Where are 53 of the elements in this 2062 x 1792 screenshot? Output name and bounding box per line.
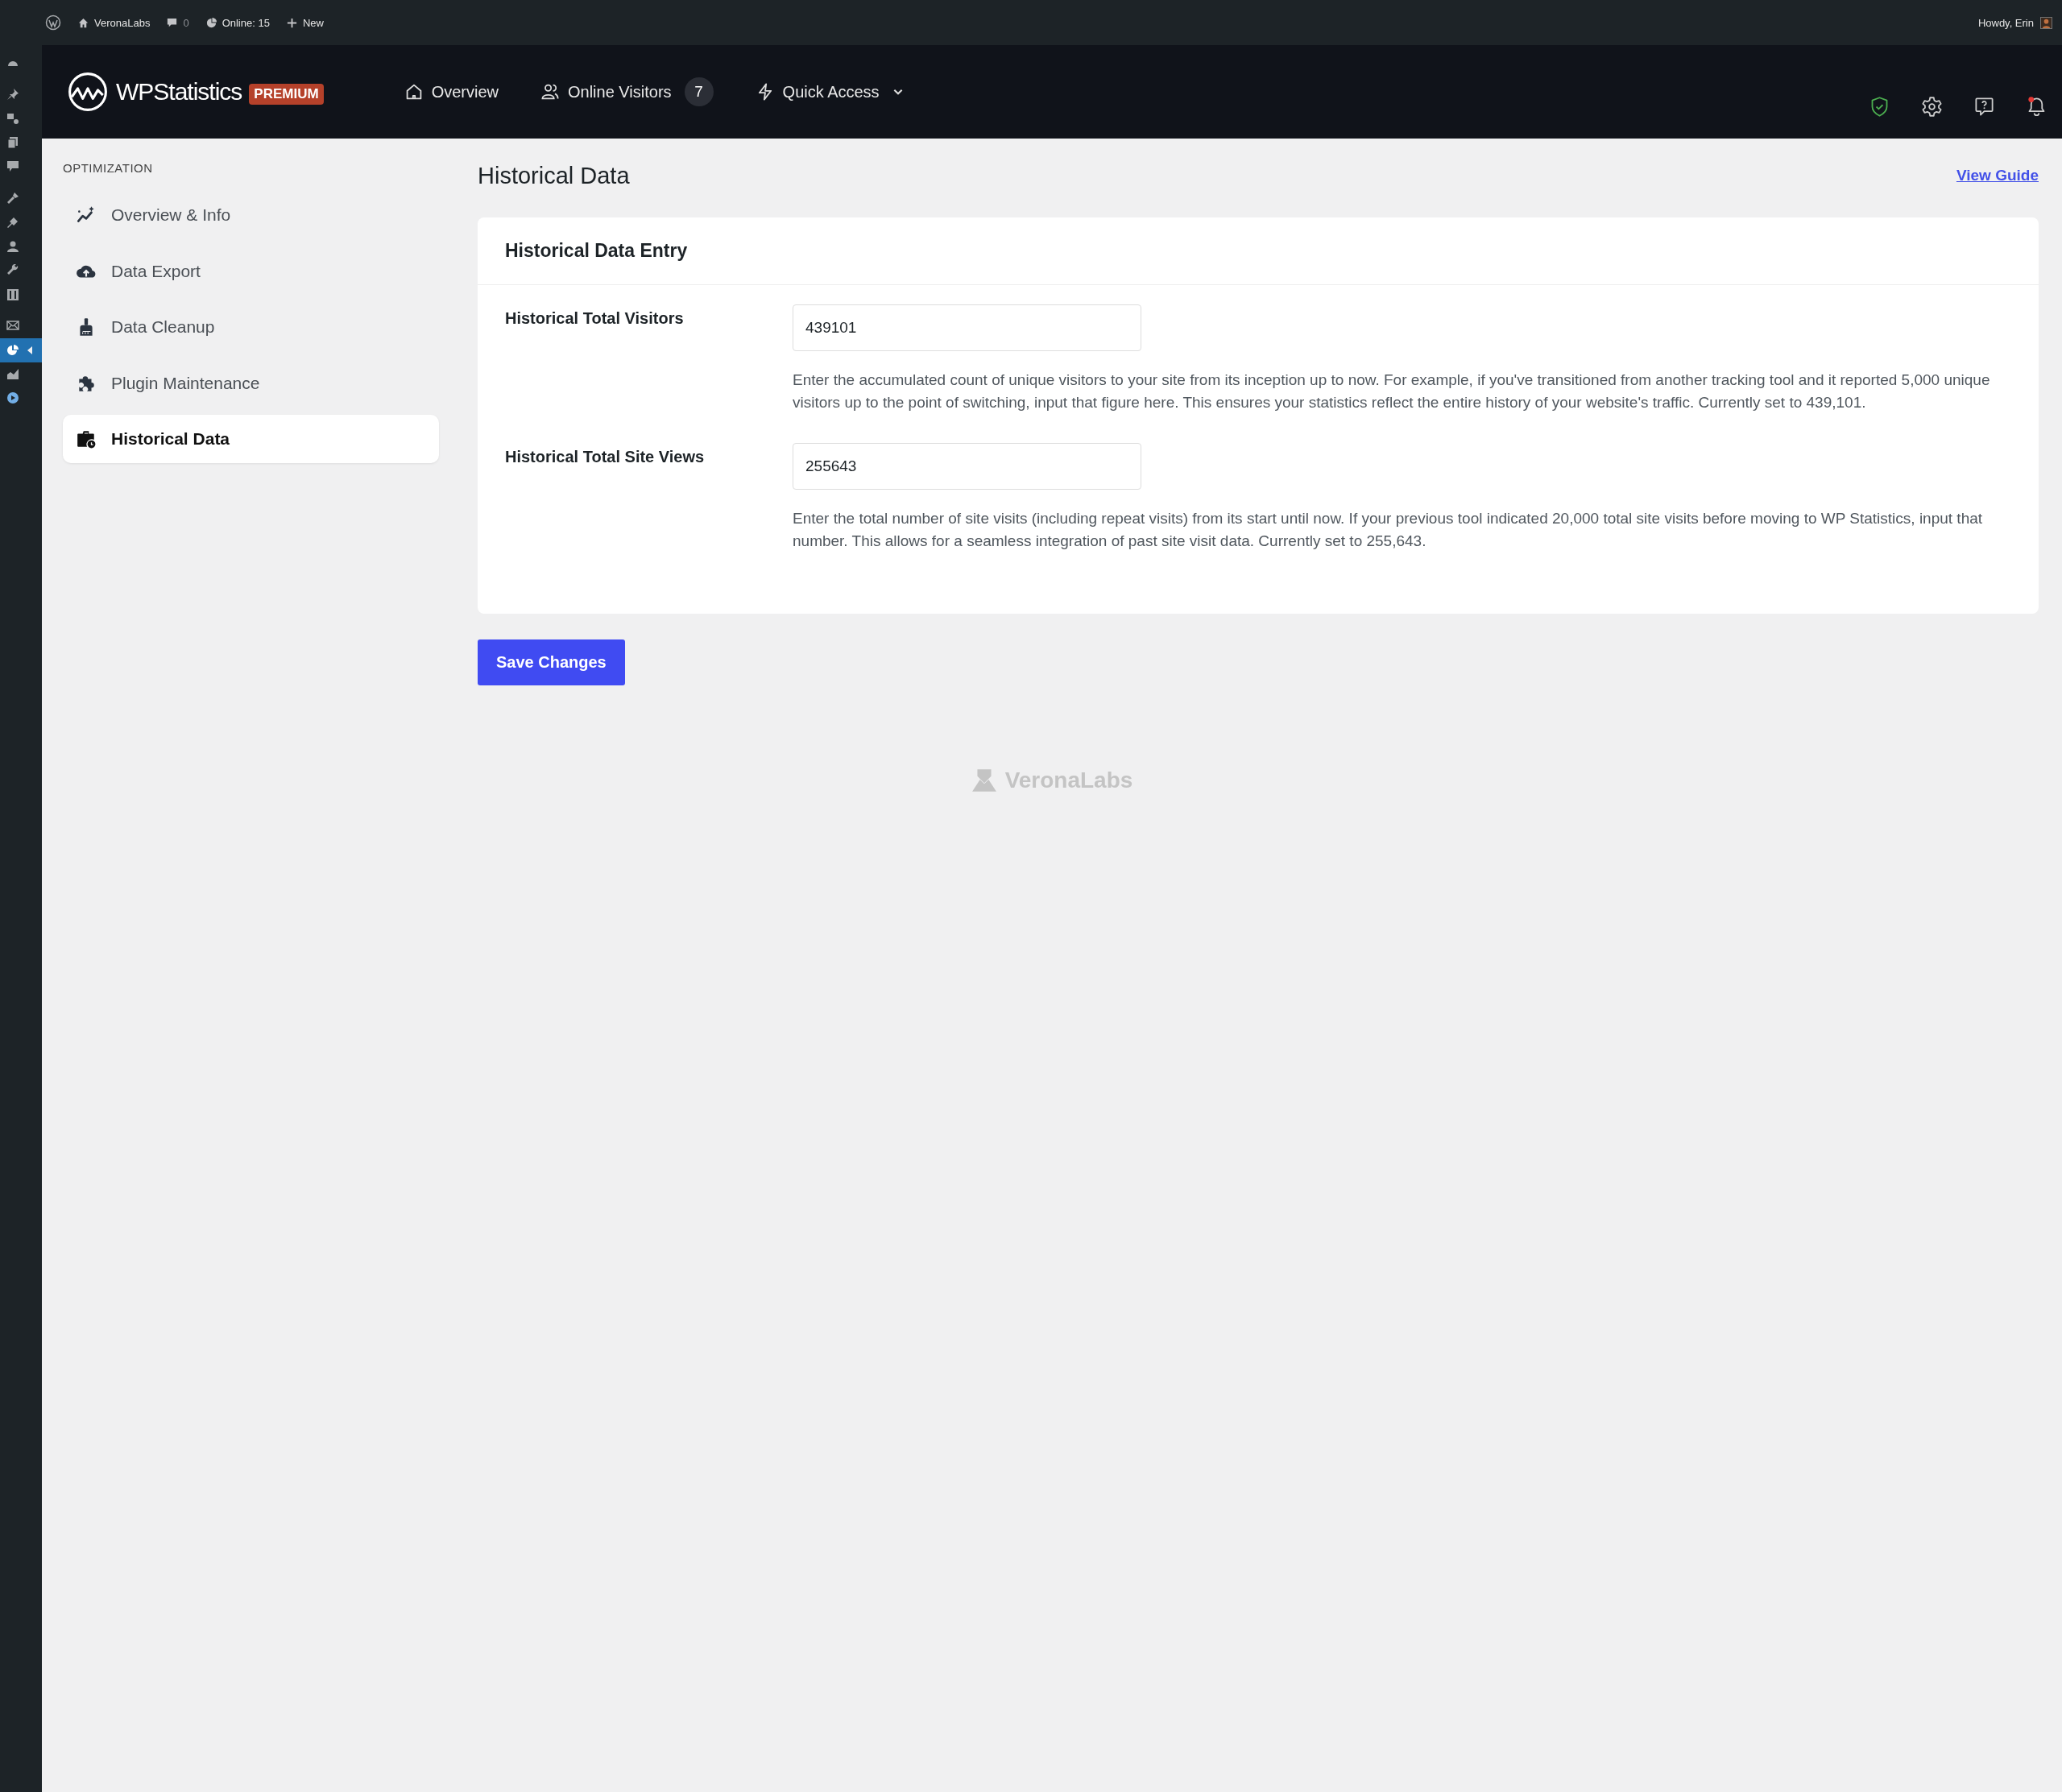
sidebar-item[interactable]: Historical Data <box>63 415 439 463</box>
media-icon <box>6 112 19 125</box>
greeting-link[interactable]: Howdy, Erin <box>1977 16 2034 29</box>
pointer-icon <box>27 346 32 354</box>
nav-link[interactable]: Online Visitors 7 <box>540 77 714 106</box>
settings-icon[interactable] <box>1921 95 1943 118</box>
brand-name: WPStatistics <box>116 78 242 106</box>
wordpress-logo-icon[interactable] <box>45 14 61 31</box>
new-link[interactable]: New <box>302 16 324 29</box>
view-guide-link[interactable]: View Guide <box>1956 167 2039 184</box>
admin-menu-item[interactable] <box>0 338 42 362</box>
visitor-count: 7 <box>684 77 714 106</box>
sidebar-item[interactable]: Data Export <box>63 246 439 296</box>
comment-icon <box>6 159 19 172</box>
section-heading: OPTIMIZATION <box>63 161 154 175</box>
area-chart-icon <box>6 367 19 380</box>
online-count-link[interactable]: Online: 15 <box>222 16 270 29</box>
envelope-icon <box>6 319 19 332</box>
pin-icon <box>6 88 19 101</box>
field-label: Historical Total Site Views <box>505 447 706 467</box>
pages-icon <box>6 136 19 149</box>
wrench-icon <box>6 264 19 277</box>
comments-count[interactable]: 0 <box>183 16 189 29</box>
field-description: Enter the total number of site visits (including repeat visits) from its start until now. If your previous tool indicated 20,000 total site visits before moving to WP Statistics, input that number. This allows for a seamless integration of past site visit data. Currently set to 255,643. <box>793 509 1984 551</box>
card-title: Historical Data Entry <box>478 217 2039 285</box>
sliders-icon <box>6 288 19 301</box>
page-title: Historical Data <box>478 162 630 189</box>
site-name-link[interactable]: VeronaLabs <box>94 16 151 29</box>
sidebar-item[interactable]: Plugin Maintenance <box>63 358 439 408</box>
brush-icon <box>6 192 19 205</box>
nav-link[interactable]: Overview <box>404 82 499 101</box>
pie-chart-icon <box>6 344 19 357</box>
user-icon <box>6 240 19 253</box>
plus-icon <box>285 16 298 29</box>
input-field[interactable]: 439101 <box>793 304 1141 351</box>
avatar-icon[interactable] <box>2040 16 2052 29</box>
home-icon <box>77 16 89 29</box>
nav-link[interactable]: Quick Access <box>755 82 904 101</box>
verona-logo-icon <box>971 768 997 793</box>
pie-chart-icon <box>205 16 217 29</box>
users-icon <box>540 82 560 101</box>
field-description: Enter the accumulated count of unique visitors to your site from its inception up to now. For example, if you've transitioned from another tracking tool and it reported 5,000 unique visitors up to the point of switching, input that figure here. This ensures your statistics reflect the entire history of your website's traffic. Currently set to 439,101. <box>793 370 1991 412</box>
save-button[interactable]: Save Changes <box>478 639 625 685</box>
sidebar-item[interactable]: Overview & Info <box>63 191 439 239</box>
play-icon <box>6 391 19 404</box>
sidebar-item[interactable]: Data Cleanup <box>63 303 439 351</box>
premium-tag: PREMIUM <box>249 84 324 105</box>
briefcase-clock-icon <box>76 428 97 449</box>
wave-logo-icon[interactable] <box>68 72 108 112</box>
field-label: Historical Total Visitors <box>505 308 685 329</box>
plug-icon <box>6 216 19 229</box>
input-field[interactable]: 255643 <box>793 443 1141 490</box>
help-icon[interactable] <box>1973 95 1995 118</box>
